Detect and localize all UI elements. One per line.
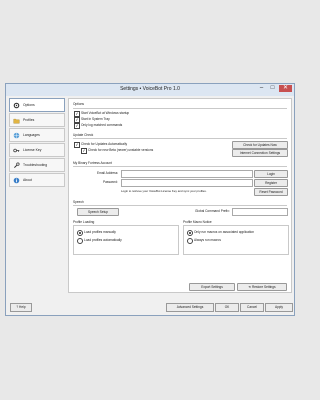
info-icon [12,176,20,184]
prefix-field[interactable] [232,208,288,216]
password-field[interactable] [121,179,253,187]
log-matched-label: Only log matched commands [81,123,123,127]
speech-header: Speech [73,200,84,204]
options-panel: Options ✓ Start VoiceBot at Windows star… [68,98,292,293]
beta-update-checkbox[interactable]: ✓ [81,148,87,154]
gear-icon [12,101,20,109]
system-tray-label: Start in System Tray [81,117,110,121]
wrench-icon [12,161,20,169]
update-header: Update Check [73,133,94,137]
register-button[interactable]: Register [254,179,288,187]
advanced-settings-button[interactable]: Advanced Settings [166,303,214,312]
macros-associated-label: Only run macros on associated applicatio… [194,230,255,234]
title-bar: Settings • VoiceBot Pro 1.0 – □ ✕ [6,84,294,96]
password-label: Password: [103,180,118,184]
load-auto-radio[interactable] [77,238,83,244]
internet-settings-button[interactable]: Internet Connection Settings [232,149,288,157]
reset-password-button[interactable]: Reset Password [254,188,288,196]
help-label: Help [19,305,26,309]
minimize-icon[interactable]: – [257,85,266,92]
sidebar-item-languages[interactable]: Languages [9,128,65,142]
account-info-text: Login to retrieve your VoiceBot License … [121,189,207,193]
profile-loading-header: Profile Loading [73,220,95,224]
close-icon[interactable]: ✕ [279,85,292,92]
sidebar-item-options[interactable]: Options [9,98,65,112]
login-button[interactable]: Login [254,170,288,178]
window-title: Settings • VoiceBot Pro 1.0 [120,86,180,92]
restore-settings-button[interactable]: ⟲ Restore Settings [237,283,287,291]
load-auto-label: Load profiles automatically [84,238,122,242]
log-matched-checkbox[interactable]: ✓ [74,123,80,129]
divider [73,166,287,167]
speech-setup-button[interactable]: Speech Setup [77,208,119,216]
beta-update-label: Check for new Beta (newer) unstable vers… [88,148,154,152]
auto-update-checkbox[interactable]: ✓ [74,142,80,148]
profile-macro-header: Profile Macro Notice [183,220,212,224]
divider [73,205,287,206]
email-field[interactable] [121,170,253,178]
restore-settings-label: Restore Settings [251,285,276,289]
globe-icon [12,131,20,139]
macros-associated-radio[interactable] [187,230,193,236]
sidebar-item-label: Languages [23,133,40,137]
sidebar-item-label: Options [23,103,35,107]
prefix-label: Global Command Prefix: [195,209,230,213]
settings-window: Settings • VoiceBot Pro 1.0 – □ ✕ Option… [5,83,295,316]
macros-always-radio[interactable] [187,238,193,244]
key-icon [12,146,20,154]
sidebar: Options Profiles Languages License Key T… [9,98,65,188]
sidebar-item-profiles[interactable]: Profiles [9,113,65,127]
sidebar-item-troubleshooting[interactable]: Troubleshooting [9,158,65,172]
divider [73,108,287,109]
ok-button[interactable]: OK [215,303,239,312]
export-settings-button[interactable]: Export Settings [189,283,235,291]
help-button[interactable]: ? Help [10,303,32,312]
account-header: My Binary Fortress Account [73,161,112,165]
sidebar-item-label: Profiles [23,118,35,122]
sidebar-item-label: Troubleshooting [23,163,48,167]
startup-label: Start VoiceBot at Windows startup [81,111,130,115]
sidebar-item-label: License Key [23,148,42,152]
apply-button[interactable]: Apply [265,303,293,312]
auto-update-label: Check for Updates Automatically [81,142,128,146]
divider [73,138,287,139]
maximize-icon[interactable]: □ [268,85,277,92]
check-updates-button[interactable]: Check for Updates Now [232,141,288,149]
macros-always-label: Always run macros [194,238,221,242]
options-header: Options [73,102,84,106]
sidebar-item-label: About [23,178,32,182]
sidebar-item-about[interactable]: About [9,173,65,187]
folder-icon [12,116,20,124]
cancel-button[interactable]: Cancel [240,303,264,312]
sidebar-item-license-key[interactable]: License Key [9,143,65,157]
load-manually-label: Load profiles manually [84,230,116,234]
email-label: Email Address: [97,171,119,175]
load-manually-radio[interactable] [77,230,83,236]
